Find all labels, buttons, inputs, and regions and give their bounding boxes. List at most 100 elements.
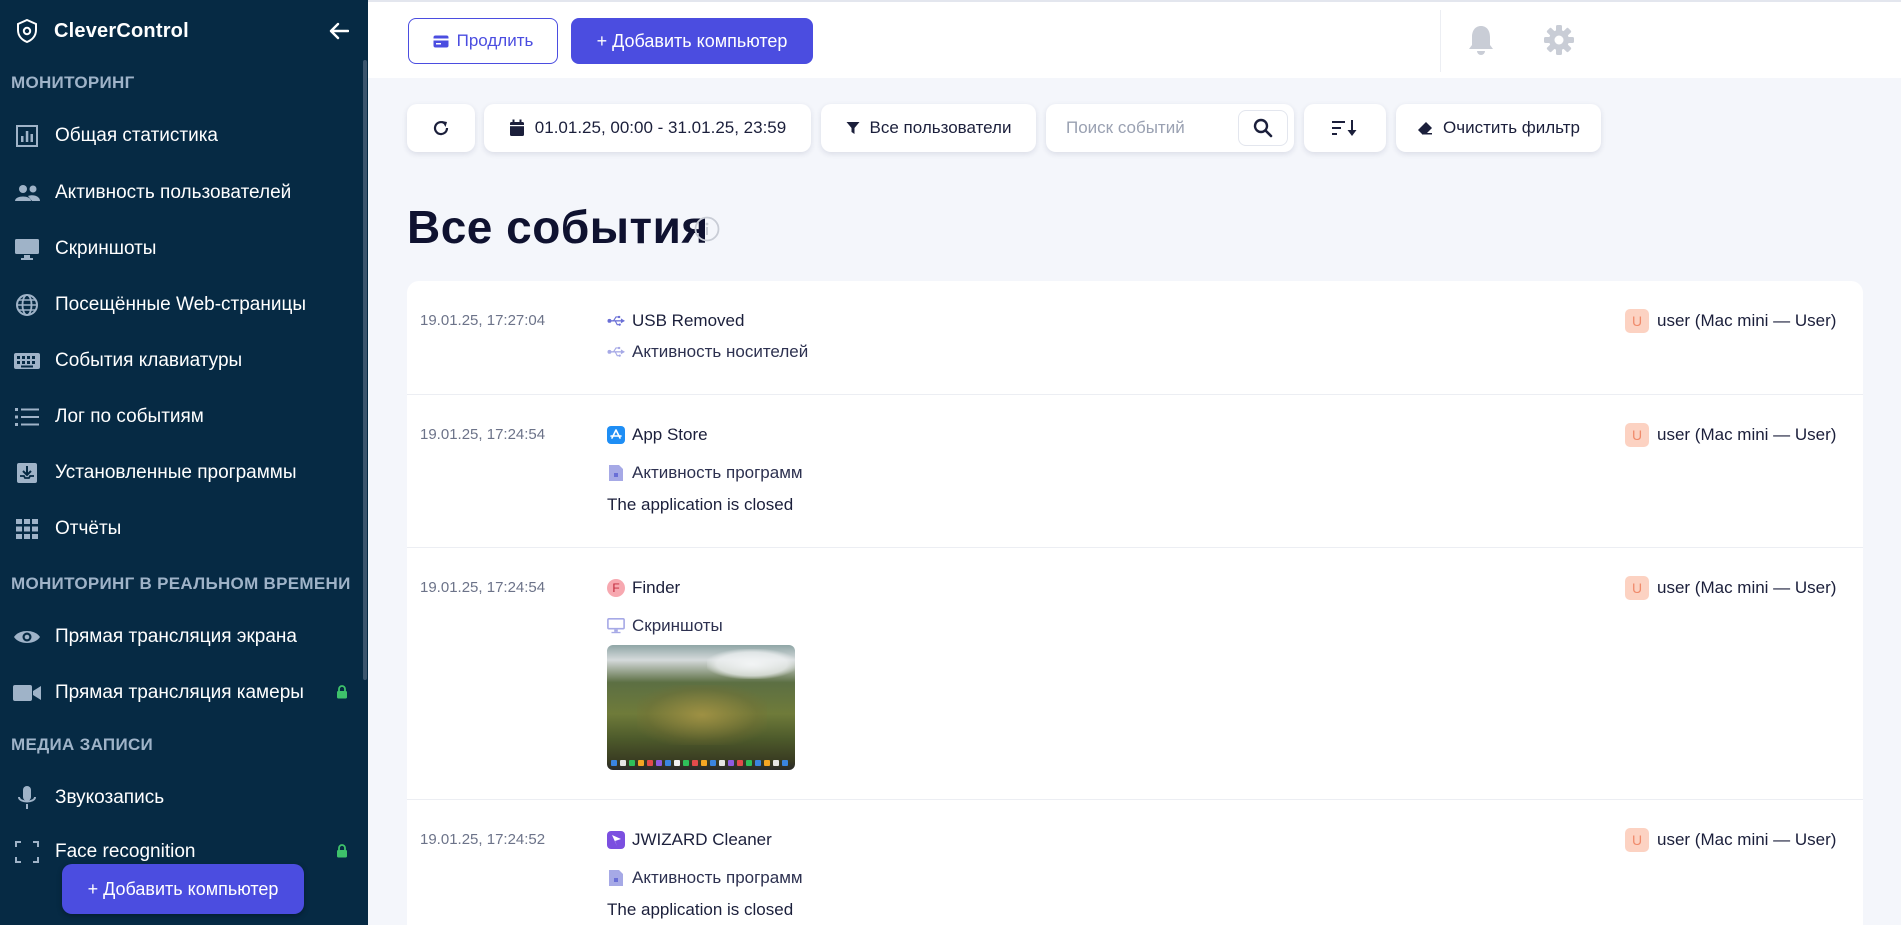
- sidebar-item-screenshots[interactable]: Скриншоты: [0, 224, 362, 274]
- event-user-name: user (Mac mini — User): [1657, 830, 1837, 849]
- sidebar-item-installed-programs[interactable]: Установленные программы: [0, 448, 362, 498]
- sidebar-item-reports[interactable]: Отчёты: [0, 504, 362, 554]
- users-filter[interactable]: Все пользователи: [821, 104, 1036, 152]
- event-title: F Finder: [607, 578, 680, 598]
- finder-app-badge: F: [607, 579, 625, 597]
- monitor-icon: [12, 234, 42, 264]
- search-button[interactable]: [1238, 110, 1288, 146]
- event-time: 19.01.25, 17:27:04: [420, 312, 546, 329]
- event-user-name: user (Mac mini — User): [1657, 425, 1837, 444]
- event-user-name: user (Mac mini — User): [1657, 311, 1837, 330]
- event-row[interactable]: 19.01.25, 17:24:54 F Finder Скриншоты U …: [407, 548, 1863, 800]
- avatar: U: [1625, 309, 1649, 333]
- sidebar-item-screen-stream[interactable]: Прямая трансляция экрана: [0, 612, 362, 662]
- avatar: U: [1625, 828, 1649, 852]
- sidebar: CleverControl МОНИТОРИНГ Общая статистик…: [0, 0, 368, 925]
- sidebar-item-label: События клавиатуры: [55, 350, 243, 371]
- thumbnail-cloud: [707, 649, 795, 679]
- sidebar-item-label: Отчёты: [55, 518, 122, 539]
- bar-chart-icon: [12, 121, 42, 151]
- calendar-icon: [509, 119, 524, 136]
- sidebar-item-general-stats[interactable]: Общая статистика: [0, 111, 362, 161]
- monitor-icon: [607, 617, 625, 635]
- event-user-name: user (Mac mini — User): [1657, 578, 1837, 597]
- lock-icon: [336, 844, 348, 863]
- event-user[interactable]: U user (Mac mini — User): [1625, 576, 1836, 600]
- section-title-media: МЕДИА ЗАПИСИ: [11, 735, 154, 754]
- section-title-realtime: МОНИТОРИНГ В РЕАЛЬНОМ ВРЕМЕНИ: [11, 574, 351, 593]
- globe-icon: [12, 290, 42, 320]
- sidebar-item-event-log[interactable]: Лог по событиям: [0, 392, 362, 442]
- event-time: 19.01.25, 17:24:54: [420, 426, 546, 443]
- sidebar-item-label: Скриншоты: [55, 238, 157, 259]
- bell-icon: [1469, 26, 1493, 55]
- sidebar-item-label: Активность пользователей: [55, 182, 292, 203]
- sidebar-item-label: Прямая трансляция экрана: [55, 626, 297, 647]
- event-category-text: Активность программ: [632, 868, 803, 887]
- list-icon: [12, 402, 42, 432]
- users-filter-label: Все пользователи: [869, 118, 1012, 137]
- brand[interactable]: CleverControl: [14, 14, 189, 48]
- sidebar-scrollbar[interactable]: [363, 60, 367, 680]
- top-bar: Продлить + Добавить компьютер: [368, 0, 1901, 78]
- users-icon: [12, 178, 42, 208]
- refresh-button[interactable]: [407, 104, 475, 152]
- search-input[interactable]: [1066, 114, 1226, 142]
- event-user[interactable]: U user (Mac mini — User): [1625, 423, 1836, 447]
- event-title-text: USB Removed: [632, 311, 745, 330]
- sidebar-item-label: Лог по событиям: [55, 406, 204, 427]
- renew-button[interactable]: Продлить: [408, 18, 558, 64]
- event-category-text: Скриншоты: [632, 616, 723, 635]
- download-box-icon: [12, 458, 42, 488]
- usb-icon: [607, 343, 625, 361]
- event-time: 19.01.25, 17:24:52: [420, 831, 546, 848]
- event-category: Активность программ: [607, 463, 803, 483]
- event-title-text: App Store: [632, 425, 708, 444]
- event-title: App Store: [607, 425, 708, 445]
- sidebar-item-user-activity[interactable]: Активность пользователей: [0, 168, 362, 218]
- date-range-picker[interactable]: 01.01.25, 00:00 - 31.01.25, 23:59: [484, 104, 811, 152]
- lock-icon: [336, 685, 348, 704]
- sort-button[interactable]: [1304, 104, 1386, 152]
- sidebar-item-web-pages[interactable]: Посещённые Web-страницы: [0, 280, 362, 330]
- program-icon: [607, 869, 625, 887]
- event-row[interactable]: 19.01.25, 17:24:54 App Store Активность …: [407, 395, 1863, 548]
- microphone-icon: [12, 783, 42, 813]
- sidebar-item-label: Прямая трансляция камеры: [55, 682, 304, 703]
- search-box: [1046, 104, 1294, 152]
- sidebar-item-keyboard-events[interactable]: События клавиатуры: [0, 336, 362, 386]
- gear-icon: [1544, 25, 1574, 55]
- event-category-text: Активность носителей: [632, 342, 809, 361]
- sidebar-add-computer-button[interactable]: + Добавить компьютер: [62, 864, 304, 914]
- filter-icon: [846, 122, 860, 134]
- section-title-monitoring: МОНИТОРИНГ: [11, 73, 135, 92]
- event-title-text: JWIZARD Cleaner: [632, 830, 772, 849]
- sidebar-item-audio-record[interactable]: Звукозапись: [0, 773, 362, 823]
- sidebar-item-label: Звукозапись: [55, 787, 165, 808]
- event-row[interactable]: 19.01.25, 17:24:52 JWIZARD Cleaner Актив…: [407, 800, 1863, 925]
- info-icon[interactable]: [694, 216, 720, 242]
- events-list: 19.01.25, 17:27:04 USB Removed Активност…: [407, 281, 1863, 925]
- divider: [1440, 10, 1441, 72]
- program-icon: [607, 464, 625, 482]
- event-user[interactable]: U user (Mac mini — User): [1625, 828, 1836, 852]
- clear-filter-label: Очистить фильтр: [1443, 118, 1580, 137]
- settings-button[interactable]: [1541, 22, 1577, 58]
- clear-filter-button[interactable]: Очистить фильтр: [1396, 104, 1601, 152]
- event-user[interactable]: U user (Mac mini — User): [1625, 309, 1836, 333]
- sort-icon: [1332, 120, 1357, 136]
- sidebar-item-camera-stream[interactable]: Прямая трансляция камеры: [0, 668, 362, 718]
- event-title: JWIZARD Cleaner: [607, 830, 772, 850]
- add-computer-button[interactable]: + Добавить компьютер: [571, 18, 813, 64]
- screenshot-thumbnail[interactable]: [607, 645, 795, 770]
- arrow-left-icon: [329, 22, 349, 40]
- collapse-sidebar-button[interactable]: [326, 18, 352, 44]
- event-row[interactable]: 19.01.25, 17:27:04 USB Removed Активност…: [407, 281, 1863, 395]
- event-detail: The application is closed: [607, 495, 794, 514]
- event-title: USB Removed: [607, 311, 744, 331]
- refresh-icon: [433, 120, 449, 136]
- notifications-button[interactable]: [1463, 22, 1499, 58]
- shield-logo-icon: [14, 18, 40, 44]
- video-camera-icon: [12, 678, 42, 708]
- grid-icon: [12, 514, 42, 544]
